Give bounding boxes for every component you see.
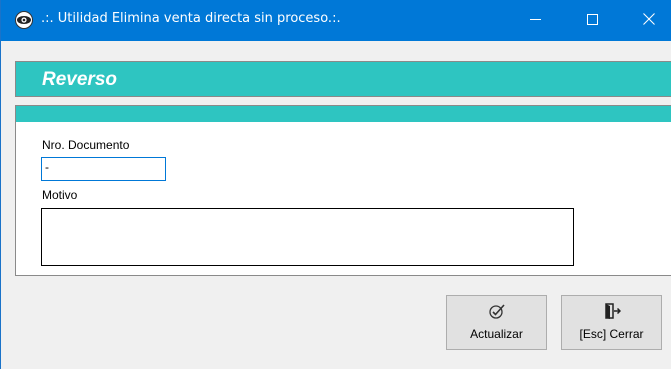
form-panel: Nro. Documento - Motivo: [15, 105, 671, 276]
doc-number-label: Nro. Documento: [42, 138, 130, 152]
maximize-button[interactable]: [569, 0, 615, 41]
panel-header-strip: [16, 106, 671, 122]
eye-icon: [15, 11, 33, 29]
title-bar[interactable]: .:. Utilidad Elimina venta directa sin p…: [1, 0, 671, 41]
close-window-button[interactable]: [626, 0, 671, 41]
update-button-label: Actualizar: [470, 327, 523, 341]
app-window: .:. Utilidad Elimina venta directa sin p…: [0, 0, 671, 369]
window-title: .:. Utilidad Elimina venta directa sin p…: [41, 11, 341, 26]
minimize-button[interactable]: [512, 0, 558, 41]
check-badge-icon: [488, 302, 506, 320]
banner-title: Reverso: [42, 69, 117, 90]
minimize-icon: [529, 12, 541, 30]
update-button[interactable]: Actualizar: [446, 295, 547, 350]
close-form-button-label: [Esc] Cerrar: [579, 327, 644, 341]
maximize-icon: [586, 12, 598, 30]
doc-number-input[interactable]: -: [41, 157, 166, 181]
close-form-button[interactable]: [Esc] Cerrar: [561, 295, 662, 350]
exit-door-icon: [603, 302, 621, 320]
close-icon: [643, 12, 655, 30]
motivo-label: Motivo: [42, 188, 78, 202]
motivo-textarea[interactable]: [41, 208, 574, 266]
header-banner: Reverso: [15, 61, 671, 97]
